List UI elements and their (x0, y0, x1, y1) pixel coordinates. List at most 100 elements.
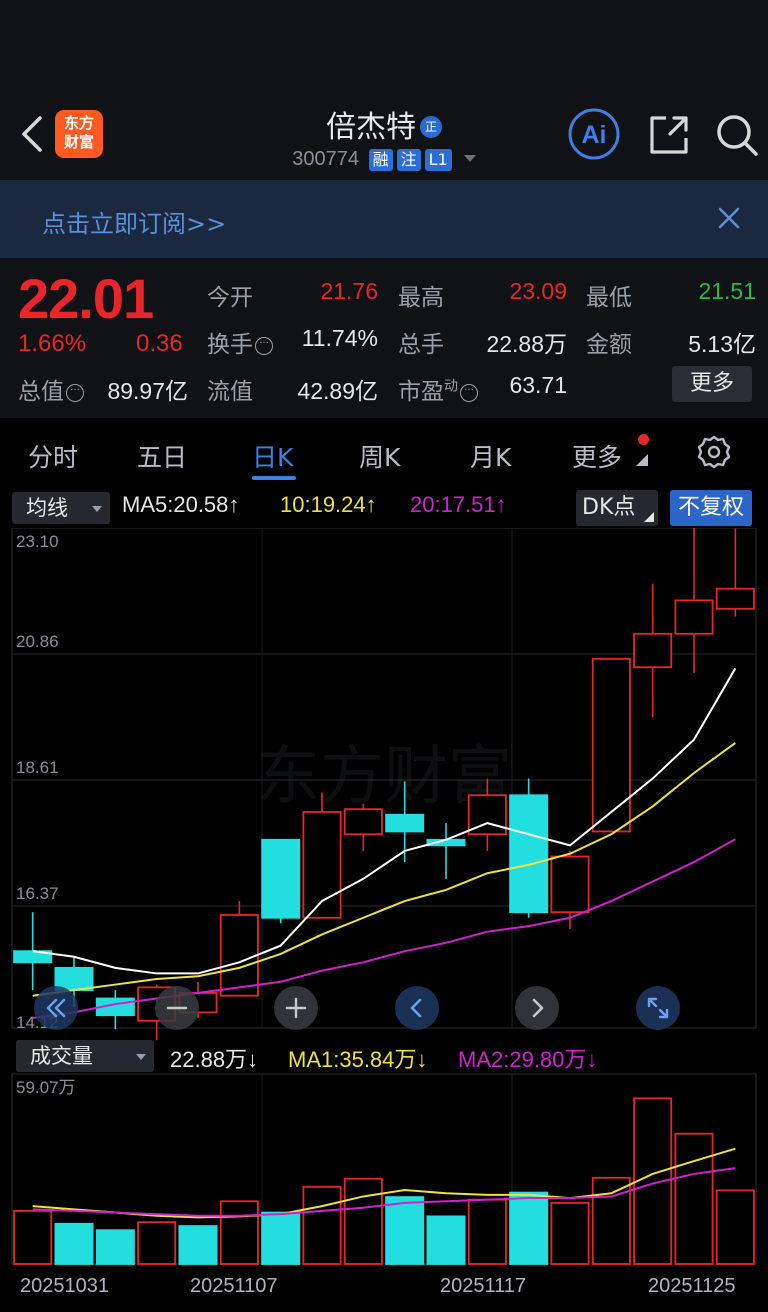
zoom-out-icon[interactable] (155, 986, 199, 1030)
date-label: 20251031 (20, 1275, 109, 1297)
tab-more[interactable]: 更多 (572, 438, 622, 474)
subscribe-link[interactable]: 点击立即订阅>> (42, 204, 226, 239)
volume-label: 总手 (398, 332, 444, 358)
volume-bar (550, 1201, 590, 1265)
corner-triangle-icon (644, 512, 654, 522)
fullscreen-icon[interactable] (636, 986, 680, 1030)
low-label: 最低 (586, 285, 632, 311)
more-fields-button[interactable]: 更多 (672, 366, 752, 402)
tab-weekly-k[interactable]: 周K (359, 438, 400, 474)
gear-icon[interactable] (696, 434, 732, 470)
notification-dot (638, 434, 649, 445)
chart-period-tabs: 分时 五日 日K 周K 月K 更多 (0, 418, 768, 490)
close-icon[interactable] (715, 204, 743, 232)
zheng-badge: 正 (420, 116, 442, 138)
volume-bar (343, 1177, 383, 1265)
price-tick: 23.10 (16, 532, 59, 551)
corner-triangle-icon (636, 454, 648, 466)
float-label: 流值 (207, 379, 253, 405)
high-label: 最高 (398, 285, 444, 311)
candle-body (219, 914, 259, 997)
candle-body (674, 599, 714, 635)
float-value: 42.89亿 (297, 378, 378, 404)
tag-register: 注 (396, 149, 421, 171)
info-icon: ··· (460, 384, 478, 402)
info-icon: ··· (66, 384, 84, 402)
volume-bar (219, 1200, 259, 1265)
volume-value: 22.88万↓ (170, 1047, 259, 1072)
rewind-icon[interactable] (34, 986, 78, 1030)
ma-selector[interactable]: 均线 (12, 492, 110, 524)
candle-body (591, 657, 631, 833)
candle-body (550, 855, 590, 914)
price-tick: 20.86 (16, 632, 59, 651)
volume-selector[interactable]: 成交量 (16, 1040, 154, 1072)
tag-level: L1 (424, 149, 452, 171)
candle-body (715, 587, 755, 610)
ai-button[interactable]: Ai (565, 108, 623, 160)
zoom-in-icon[interactable] (274, 986, 318, 1030)
date-label: 20251117 (440, 1275, 526, 1297)
chevron-down-icon (92, 506, 102, 512)
active-tab-indicator (252, 476, 296, 480)
volume-bar (715, 1189, 755, 1265)
volume-bar (261, 1211, 301, 1265)
stock-code: 300774 (292, 148, 360, 170)
volume-bar (591, 1176, 631, 1265)
change-amount: 0.36 (136, 330, 183, 357)
volume-bar (467, 1198, 507, 1265)
subscribe-banner[interactable]: 点击立即订阅>> (0, 180, 768, 258)
volume-bar (385, 1196, 425, 1265)
tab-daily-k[interactable]: 日K (252, 438, 293, 474)
turnover-value: 11.74% (301, 325, 378, 351)
low-value: 21.51 (698, 278, 756, 304)
date-label: 20251107 (190, 1275, 278, 1297)
last-price: 22.01 (18, 267, 154, 330)
volume-value: 22.88万 (486, 331, 567, 357)
mktcap-value: 89.97亿 (107, 378, 188, 404)
info-icon: ··· (255, 337, 273, 355)
date-label: 20251125 (648, 1275, 736, 1297)
ma5-value: MA5:20.58↑ (122, 492, 240, 517)
share-icon[interactable] (646, 112, 692, 158)
stock-name: 倍杰特 (326, 110, 416, 145)
vol-ma1-value: MA1:35.84万↓ (288, 1047, 428, 1072)
turnover-label[interactable]: 换手 ··· (207, 325, 273, 359)
volume-bar (13, 1210, 53, 1265)
tab-five-day[interactable]: 五日 (137, 438, 187, 474)
vol-ma2-value: MA2:29.80万↓ (458, 1047, 598, 1072)
search-icon[interactable] (714, 112, 760, 158)
candle-body (261, 838, 301, 919)
pe-value: 63.71 (509, 372, 567, 398)
ma20-value: 20:17.51↑ (410, 492, 507, 517)
volume-max-label: 59.07万 (16, 1078, 76, 1097)
volume-bar (95, 1229, 135, 1265)
kline-chart[interactable]: 东方财富 23.10 20.86 18.61 16.37 14.12 59.07… (0, 528, 768, 1312)
ma-indicator-bar: 均线 MA5:20.58↑ 10:19.24↑ 20:17.51↑ DK点 不复… (0, 490, 768, 526)
chevron-down-icon (463, 155, 476, 162)
candle-body (633, 632, 673, 669)
mktcap-label[interactable]: 总值 ··· (18, 372, 84, 406)
tab-monthly-k[interactable]: 月K (470, 438, 511, 474)
volume-bar (509, 1191, 549, 1265)
volume-bar (54, 1222, 94, 1265)
candle-body (509, 794, 549, 914)
price-tick: 16.37 (16, 884, 59, 903)
chevron-down-icon (136, 1054, 146, 1060)
high-value: 23.09 (509, 278, 567, 304)
candle-body (343, 808, 383, 836)
app-header: 东方 财富 倍杰特正 300774 融注 L1 Ai (0, 0, 768, 180)
volume-bar (302, 1185, 342, 1265)
volume-bar (178, 1225, 218, 1265)
chevron-left-icon[interactable] (395, 986, 439, 1030)
pe-label[interactable]: 市盈动 ··· (398, 372, 478, 406)
tag-margin: 融 (368, 149, 393, 171)
no-adjust-button[interactable]: 不复权 (670, 490, 752, 526)
tab-intraday[interactable]: 分时 (28, 438, 78, 474)
open-label: 今开 (207, 285, 253, 311)
quote-panel: 22.01 1.66% 0.36 今开 21.76 最高 23.09 最低 21… (0, 258, 768, 418)
volume-indicator-bar: 成交量 22.88万↓ MA1:35.84万↓ MA2:29.80万↓ (0, 1040, 768, 1074)
dk-point-button[interactable]: DK点 (576, 490, 658, 526)
chevron-right-icon[interactable] (515, 986, 559, 1030)
amount-label: 金额 (586, 332, 632, 358)
